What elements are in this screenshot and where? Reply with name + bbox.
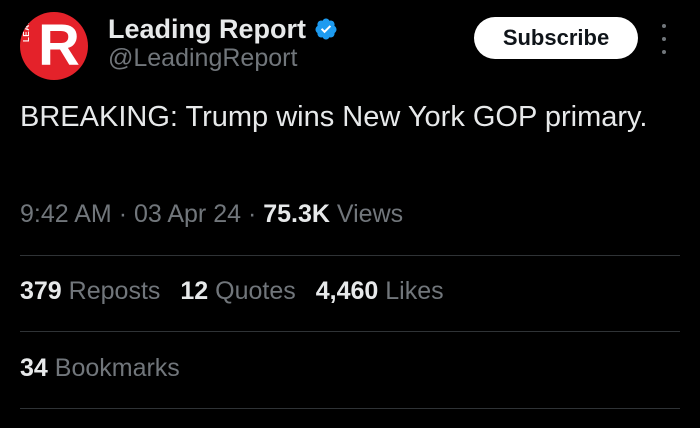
bookmarks-count: 34 bbox=[20, 354, 48, 382]
author-display-name[interactable]: Leading Report bbox=[108, 14, 306, 45]
likes-stat[interactable]: 4,460 Likes bbox=[316, 277, 444, 306]
tweet-meta: 9:42 AM · 03 Apr 24 · 75.3K Views bbox=[20, 200, 403, 229]
more-dot bbox=[662, 50, 666, 54]
more-dot bbox=[662, 37, 666, 41]
reposts-count: 379 bbox=[20, 277, 62, 305]
meta-separator: · bbox=[247, 200, 257, 228]
subscribe-button[interactable]: Subscribe bbox=[474, 17, 638, 59]
quotes-count: 12 bbox=[180, 277, 209, 305]
reposts-stat[interactable]: 379 Reposts bbox=[20, 277, 160, 306]
views-label: Views bbox=[336, 200, 404, 228]
more-vertical-icon[interactable] bbox=[656, 24, 672, 54]
avatar[interactable]: LEADING R bbox=[20, 12, 88, 80]
divider bbox=[20, 255, 680, 256]
views-count: 75.3K bbox=[263, 200, 330, 228]
author-name-row: Leading Report bbox=[108, 12, 338, 46]
tweet-text: BREAKING: Trump wins New York GOP primar… bbox=[20, 101, 648, 133]
tweet-date[interactable]: 03 Apr 24 bbox=[134, 200, 241, 228]
more-dot bbox=[662, 24, 666, 28]
engagement-stats: 379 Reposts 12 Quotes 4,460 Likes bbox=[20, 277, 464, 306]
quotes-stat[interactable]: 12 Quotes bbox=[180, 277, 295, 306]
verified-badge-icon bbox=[314, 17, 338, 41]
tweet-time[interactable]: 9:42 AM bbox=[20, 200, 112, 228]
divider bbox=[20, 408, 680, 409]
tweet-detail: LEADING R Leading Report @LeadingReport … bbox=[0, 0, 700, 428]
divider bbox=[20, 331, 680, 332]
bookmarks-label: Bookmarks bbox=[54, 354, 180, 382]
avatar-vertical-text: LEADING bbox=[22, 12, 31, 42]
reposts-label: Reposts bbox=[68, 277, 161, 305]
author-handle[interactable]: @LeadingReport bbox=[108, 44, 297, 73]
avatar-letter: R bbox=[38, 13, 80, 78]
likes-count: 4,460 bbox=[315, 277, 379, 305]
bookmarks-stat[interactable]: 34 Bookmarks bbox=[20, 354, 180, 383]
quotes-label: Quotes bbox=[215, 277, 296, 305]
meta-separator: · bbox=[118, 200, 128, 228]
likes-label: Likes bbox=[385, 277, 444, 305]
